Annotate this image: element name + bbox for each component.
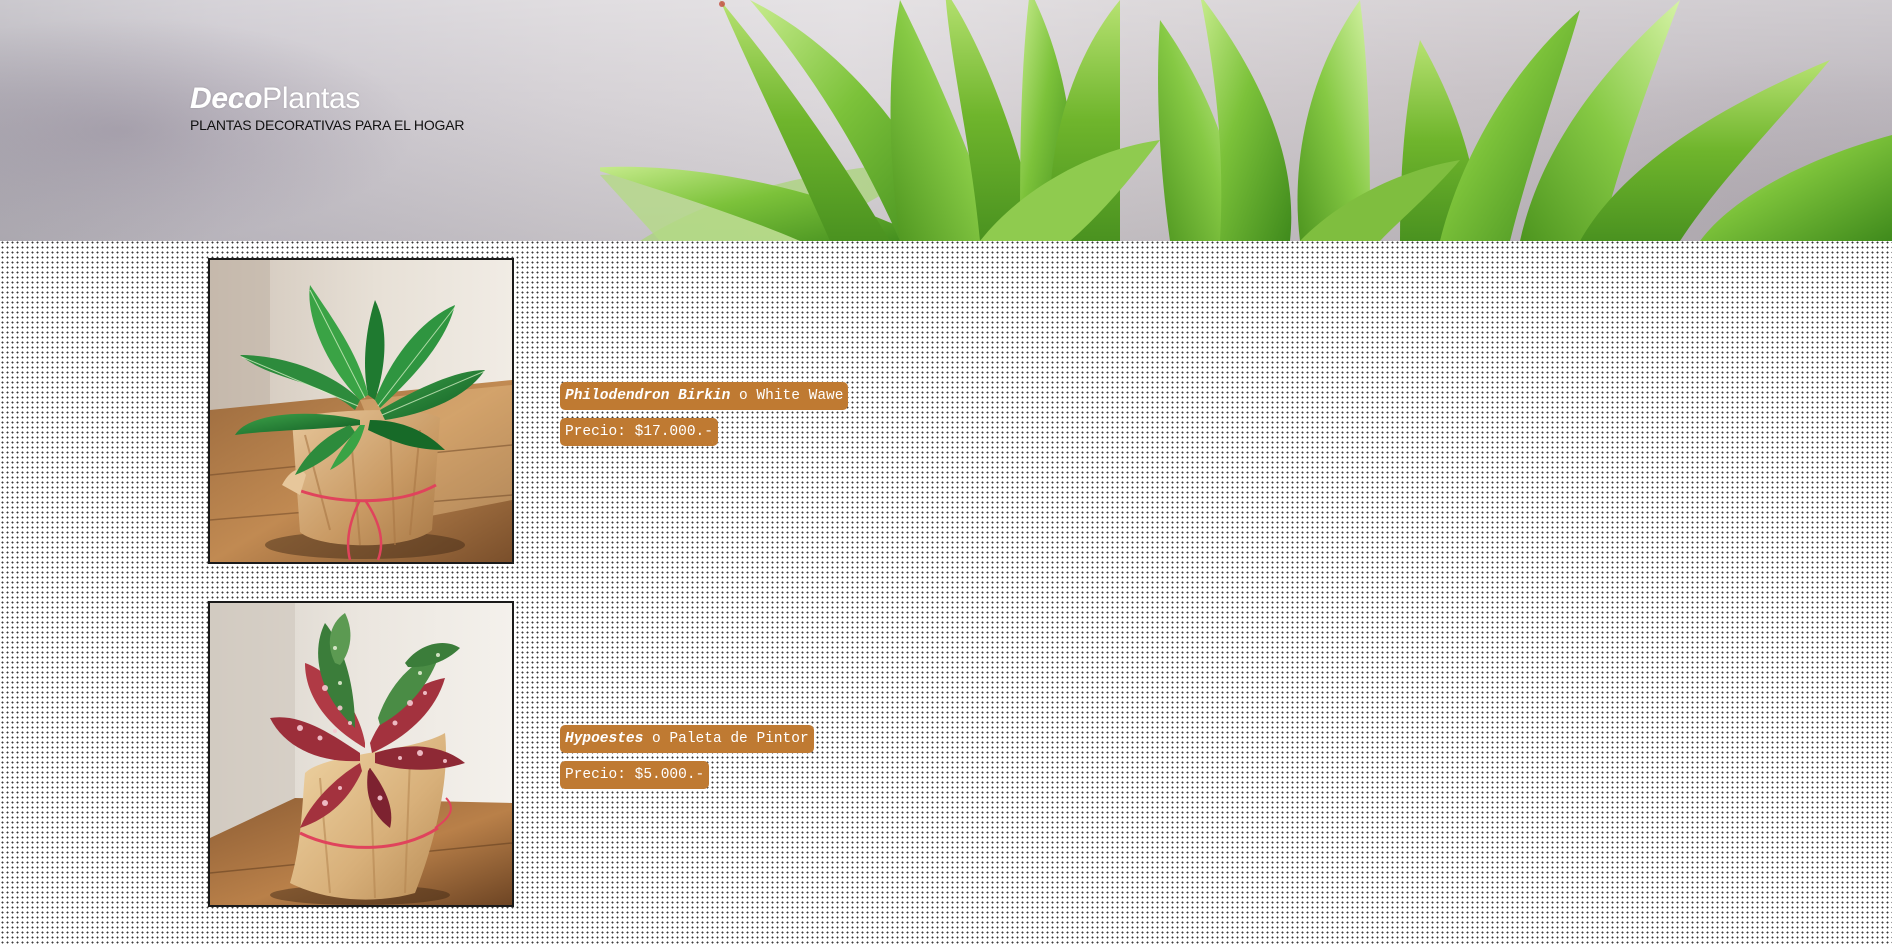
product-card: Hypoestes o Paleta de Pintor Precio: $5.… [208, 601, 908, 907]
philodendron-photo [210, 260, 512, 562]
product-scientific-name: Philodendron Birkin [565, 388, 731, 404]
brand-block: DecoPlantas PLANTAS DECORATIVAS PARA EL … [190, 82, 464, 133]
brand-logo[interactable]: DecoPlantas [190, 82, 464, 116]
succulent-banner-image [600, 0, 1892, 241]
product-info: Hypoestes o Paleta de Pintor Precio: $5.… [560, 725, 920, 797]
brand-name-deco: Deco [190, 82, 263, 115]
product-name-tag: Hypoestes o Paleta de Pintor [560, 725, 814, 753]
brand-tagline: PLANTAS DECORATIVAS PARA EL HOGAR [190, 117, 465, 133]
hypoestes-photo [210, 603, 512, 905]
header-banner: DecoPlantas PLANTAS DECORATIVAS PARA EL … [0, 0, 1892, 241]
product-image-hypoestes[interactable] [208, 601, 514, 907]
brand-name-plantas: Plantas [262, 82, 361, 115]
product-price-tag: Precio: $17.000.- [560, 418, 718, 446]
product-info: Philodendron Birkin o White Wawe Precio:… [560, 382, 920, 454]
product-scientific-name: Hypoestes [565, 731, 644, 747]
product-common-name: o Paleta de Pintor [643, 731, 809, 747]
product-name-tag: Philodendron Birkin o White Wawe [560, 382, 849, 410]
product-image-philodendron[interactable] [208, 258, 514, 564]
product-common-name: o White Wawe [730, 388, 844, 404]
product-card: Philodendron Birkin o White Wawe Precio:… [208, 258, 908, 564]
product-price-tag: Precio: $5.000.- [560, 761, 710, 789]
